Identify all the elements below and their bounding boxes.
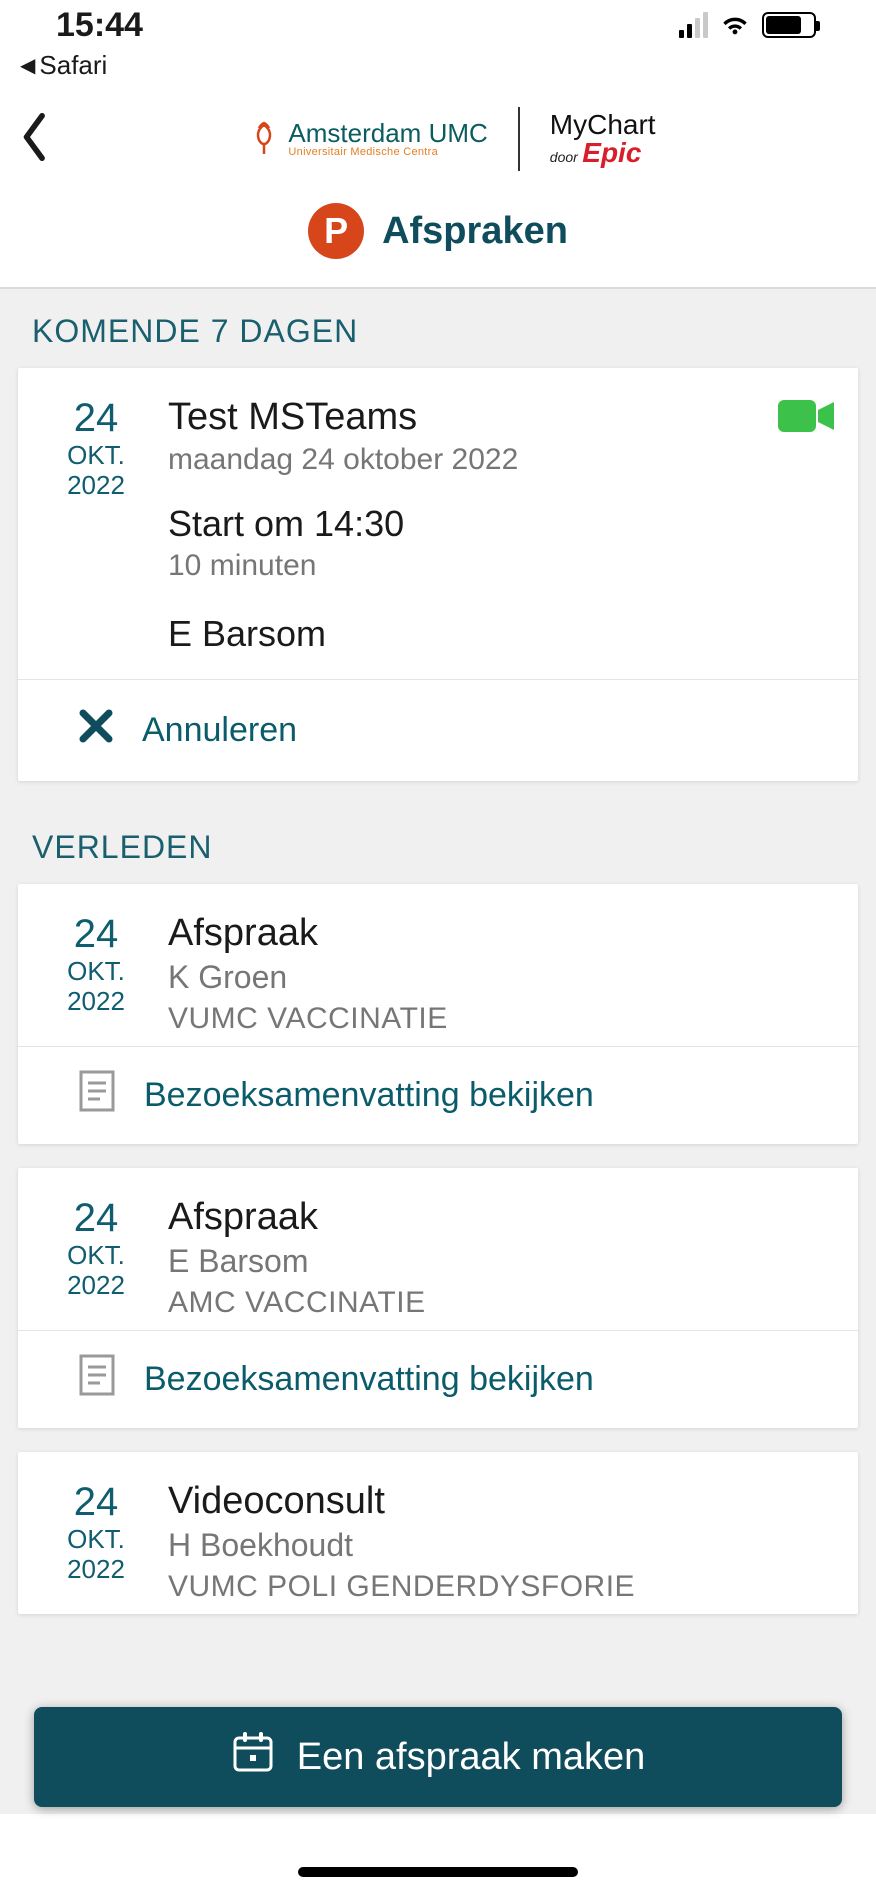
appointment-title: Afspraak — [168, 1196, 836, 1239]
date-day: 24 — [36, 912, 156, 957]
wifi-icon — [718, 11, 752, 40]
view-summary-button[interactable]: Bezoeksamenvatting bekijken — [18, 1331, 858, 1428]
appointment-body: Afspraak K Groen VUMC VACCINATIE — [156, 912, 836, 1036]
upcoming-appointment-card[interactable]: 24 OKT. 2022 Test MSTeams maandag 24 okt… — [18, 368, 858, 781]
date-year: 2022 — [36, 1271, 156, 1301]
date-column: 24 OKT. 2022 — [36, 1480, 156, 1604]
back-button[interactable] — [20, 113, 50, 166]
appointment-body: Afspraak E Barsom AMC VACCINATIE — [156, 1196, 836, 1320]
cellular-icon — [679, 12, 708, 38]
page-title: Afspraken — [382, 210, 568, 253]
logo-separator — [518, 107, 520, 171]
epic-text: Epic — [582, 137, 641, 168]
document-icon — [78, 1069, 116, 1122]
avatar[interactable]: P — [308, 203, 364, 259]
date-month: OKT. — [36, 1241, 156, 1271]
mychart-text: MyChart — [550, 111, 656, 139]
back-to-app[interactable]: ◀ Safari — [0, 50, 876, 97]
back-app-label: Safari — [39, 50, 107, 81]
appointment-provider: K Groen — [168, 959, 836, 996]
status-time: 15:44 — [56, 6, 143, 45]
appointment-location: VUMC POLI GENDERDYSFORIE — [168, 1570, 836, 1604]
video-icon — [776, 396, 836, 669]
appointment-title: Test MSTeams — [168, 396, 776, 439]
view-summary-button[interactable]: Bezoeksamenvatting bekijken — [18, 1047, 858, 1144]
appointment-location: VUMC VACCINATIE — [168, 1002, 836, 1036]
past-appointment-card[interactable]: 24 OKT. 2022 Videoconsult H Boekhoudt VU… — [18, 1452, 858, 1614]
appointment-body: Videoconsult H Boekhoudt VUMC POLI GENDE… — [156, 1480, 836, 1604]
date-year: 2022 — [36, 471, 156, 501]
past-appointment-card[interactable]: 24 OKT. 2022 Afspraak K Groen VUMC VACCI… — [18, 884, 858, 1144]
close-icon — [78, 708, 114, 753]
date-month: OKT. — [36, 957, 156, 987]
status-bar: 15:44 — [0, 0, 876, 50]
org-tagline: Universitair Medische Centra — [288, 147, 487, 159]
section-upcoming-label: KOMENDE 7 DAGEN — [0, 289, 876, 368]
page-title-row: P Afspraken — [0, 189, 876, 287]
date-day: 24 — [36, 396, 156, 441]
app-header: Amsterdam UMC Universitair Medische Cent… — [0, 97, 876, 189]
date-month: OKT. — [36, 1525, 156, 1555]
date-year: 2022 — [36, 987, 156, 1017]
document-icon — [78, 1353, 116, 1406]
back-triangle-icon: ◀ — [20, 53, 35, 78]
cancel-button[interactable]: Annuleren — [18, 680, 858, 781]
logo-block: Amsterdam UMC Universitair Medische Cent… — [50, 107, 856, 171]
content: KOMENDE 7 DAGEN 24 OKT. 2022 Test MSTeam… — [0, 289, 876, 1814]
calendar-icon — [231, 1730, 275, 1784]
date-month: OKT. — [36, 441, 156, 471]
date-year: 2022 — [36, 1555, 156, 1585]
org-name: Amsterdam UMC — [288, 120, 487, 147]
status-indicators — [679, 11, 816, 40]
appointment-title: Videoconsult — [168, 1480, 836, 1523]
date-day: 24 — [36, 1196, 156, 1241]
appointment-provider: E Barsom — [168, 613, 776, 655]
appointment-duration: 10 minuten — [168, 549, 776, 583]
date-column: 24 OKT. 2022 — [36, 396, 156, 669]
view-summary-label: Bezoeksamenvatting bekijken — [144, 1076, 594, 1115]
appointment-provider: E Barsom — [168, 1243, 836, 1280]
cancel-label: Annuleren — [142, 711, 297, 750]
appointment-start: Start om 14:30 — [168, 503, 776, 545]
past-appointment-card[interactable]: 24 OKT. 2022 Afspraak E Barsom AMC VACCI… — [18, 1168, 858, 1428]
appointment-location: AMC VACCINATIE — [168, 1286, 836, 1320]
appointment-title: Afspraak — [168, 912, 836, 955]
view-summary-label: Bezoeksamenvatting bekijken — [144, 1360, 594, 1399]
make-appointment-button[interactable]: Een afspraak maken — [34, 1707, 842, 1807]
section-past-label: VERLEDEN — [0, 805, 876, 884]
door-text: door — [550, 149, 578, 165]
date-column: 24 OKT. 2022 — [36, 912, 156, 1036]
appointment-body: Test MSTeams maandag 24 oktober 2022 Sta… — [156, 396, 776, 669]
battery-icon — [762, 12, 816, 38]
appointment-provider: H Boekhoudt — [168, 1527, 836, 1564]
date-day: 24 — [36, 1480, 156, 1525]
tulip-icon — [250, 121, 278, 157]
home-indicator[interactable] — [298, 1867, 578, 1877]
make-appointment-label: Een afspraak maken — [297, 1736, 646, 1779]
logo-mychart: MyChart door Epic — [550, 111, 656, 167]
date-column: 24 OKT. 2022 — [36, 1196, 156, 1320]
appointment-date-full: maandag 24 oktober 2022 — [168, 443, 776, 477]
logo-amsterdam-umc: Amsterdam UMC Universitair Medische Cent… — [250, 120, 487, 159]
